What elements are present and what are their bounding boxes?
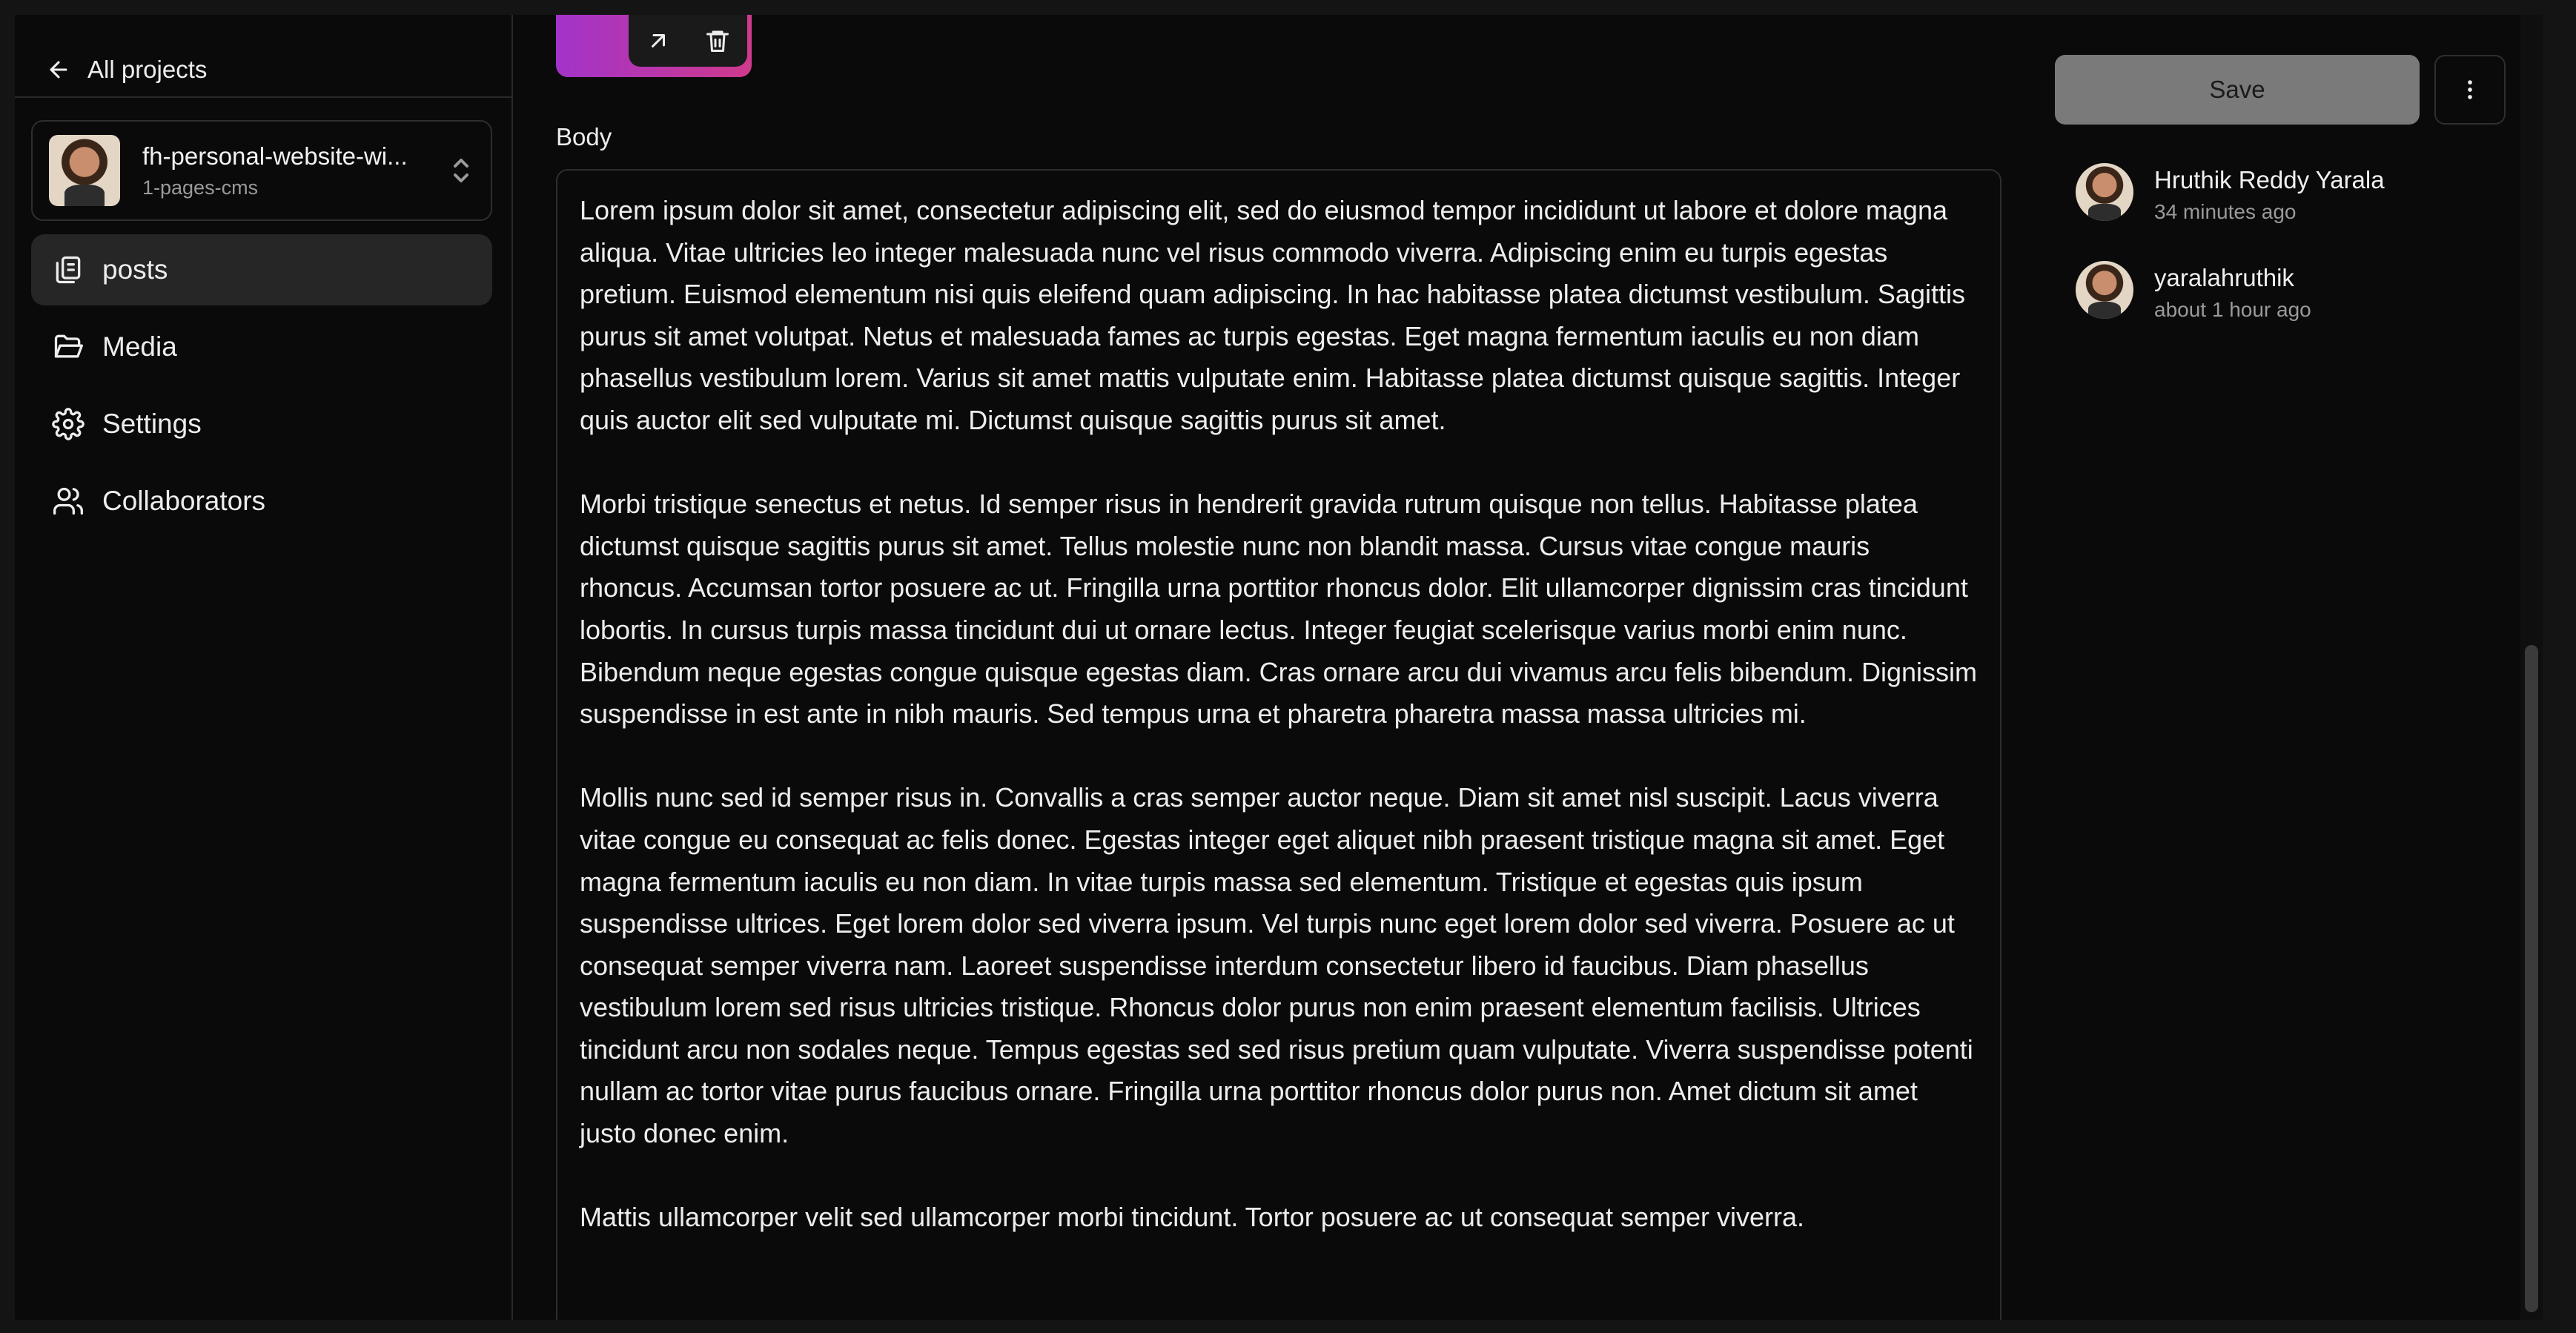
sidebar-item-label: Media: [102, 331, 177, 362]
scrollbar-track[interactable]: [2520, 15, 2543, 1320]
sidebar-item-posts[interactable]: posts: [31, 234, 492, 305]
open-external-icon[interactable]: [645, 27, 672, 54]
body-paragraph: Morbi tristique senectus et netus. Id se…: [580, 489, 1978, 730]
body-textarea[interactable]: Lorem ipsum dolor sit amet, consectetur …: [556, 169, 2001, 1320]
arrow-left-icon: [50, 61, 67, 79]
thumbnail-actions: [629, 15, 747, 67]
files-icon: [56, 256, 81, 284]
body-paragraph: Mollis nunc sed id semper risus in. Conv…: [580, 782, 1973, 1149]
app-window: All projects fh-personal-website-wi... 1…: [15, 15, 2543, 1320]
project-branch: 1-pages-cms: [142, 176, 259, 199]
chevrons-up-down-icon: [454, 159, 468, 182]
project-switcher[interactable]: fh-personal-website-wi... 1-pages-cms: [31, 120, 492, 221]
commit-history: Hruthik Reddy Yarala 34 minutes ago yara…: [2076, 163, 2491, 359]
body-field-label: Body: [556, 123, 612, 150]
sidebar-divider: [15, 96, 511, 98]
more-options-button[interactable]: [2434, 55, 2506, 125]
users-icon: [53, 487, 83, 515]
project-name: fh-personal-website-wi...: [142, 142, 408, 170]
history-entry[interactable]: yaralahruthik about 1 hour ago: [2076, 261, 2491, 322]
sidebar-nav: posts Media Settings Collaborators: [31, 234, 492, 543]
avatar: [2076, 261, 2133, 319]
history-timestamp: about 1 hour ago: [2154, 298, 2311, 321]
sidebar: All projects fh-personal-website-wi... 1…: [15, 15, 513, 1320]
save-button[interactable]: Save: [2055, 55, 2420, 125]
body-paragraph: Lorem ipsum dolor sit amet, consectetur …: [580, 195, 1965, 435]
folder-open-icon: [54, 334, 83, 358]
sidebar-item-label: Collaborators: [102, 486, 266, 516]
all-projects-link[interactable]: All projects: [46, 39, 207, 101]
more-vertical-icon: [2468, 80, 2472, 99]
avatar: [2076, 163, 2133, 221]
sidebar-item-collaborators[interactable]: Collaborators: [31, 466, 492, 537]
history-author: yaralahruthik: [2154, 264, 2294, 291]
sidebar-item-label: posts: [102, 254, 168, 285]
history-author: Hruthik Reddy Yarala: [2154, 166, 2385, 194]
trash-icon[interactable]: [704, 27, 731, 54]
history-timestamp: 34 minutes ago: [2154, 200, 2297, 223]
scrollbar-thumb[interactable]: [2525, 645, 2538, 1312]
sidebar-item-settings[interactable]: Settings: [31, 388, 492, 460]
sidebar-item-media[interactable]: Media: [31, 311, 492, 383]
body-paragraph: Mattis ullamcorper velit sed ullamcorper…: [580, 1202, 1805, 1233]
all-projects-label: All projects: [87, 56, 208, 83]
history-entry[interactable]: Hruthik Reddy Yarala 34 minutes ago: [2076, 163, 2491, 224]
gear-icon: [52, 408, 85, 440]
sidebar-item-label: Settings: [102, 408, 202, 439]
project-avatar: [49, 135, 120, 206]
